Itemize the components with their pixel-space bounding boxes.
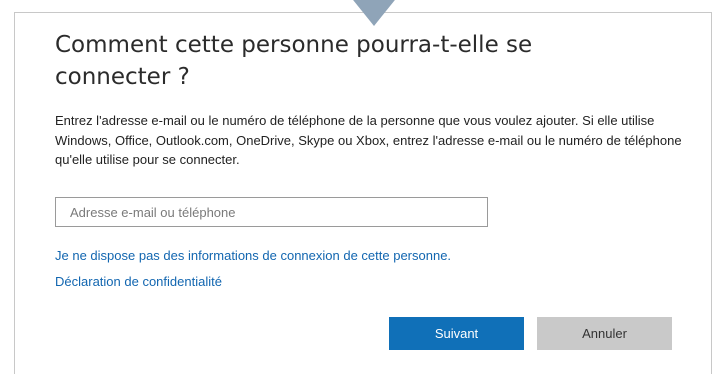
step-callout-arrow <box>353 0 395 26</box>
callout-triangle <box>353 0 395 26</box>
dialog-description: Entrez l'adresse e-mail ou le numéro de … <box>55 113 682 167</box>
cancel-button[interactable]: Annuler <box>537 317 672 350</box>
privacy-statement-link[interactable]: Déclaration de confidentialité <box>55 274 222 289</box>
screenshot: Comment cette personne pourra-t-elle se … <box>0 0 727 374</box>
add-user-dialog: Comment cette personne pourra-t-elle se … <box>14 12 712 374</box>
dialog-title: Comment cette personne pourra-t-elle se … <box>55 32 533 90</box>
no-signin-info-link[interactable]: Je ne dispose pas des informations de co… <box>55 248 451 263</box>
email-or-phone-input[interactable] <box>55 197 488 227</box>
next-button[interactable]: Suivant <box>389 317 524 350</box>
